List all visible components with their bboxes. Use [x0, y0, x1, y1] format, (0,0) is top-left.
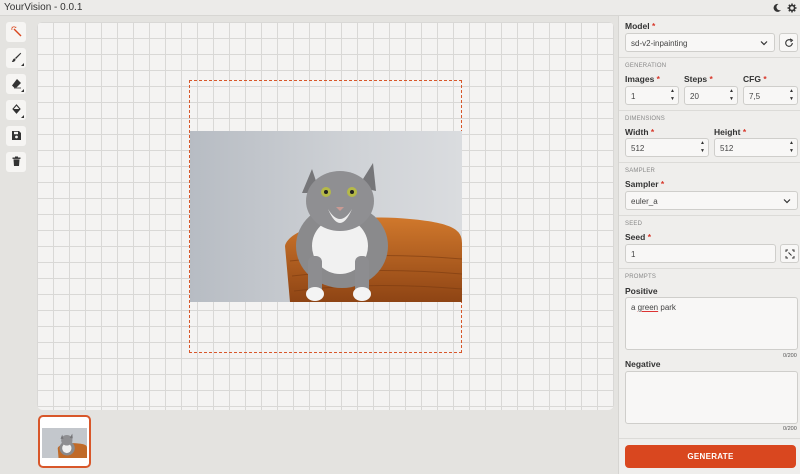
- generation-section-title: Generation: [625, 63, 667, 69]
- cfg-stepper[interactable]: ▲ ▼: [787, 88, 796, 103]
- history-thumbnail[interactable]: [38, 415, 91, 468]
- model-label: Model *: [625, 21, 656, 31]
- brush-tool-button[interactable]: [6, 48, 26, 68]
- eraser-icon: [11, 78, 22, 91]
- steps-input[interactable]: 20 ▲ ▼: [684, 86, 738, 105]
- sampler-value: euler_a: [631, 197, 658, 206]
- trash-icon: [11, 156, 22, 169]
- submenu-indicator: [21, 89, 24, 92]
- images-input[interactable]: 1 ▲ ▼: [625, 86, 679, 105]
- delete-tool-button[interactable]: [6, 152, 26, 172]
- positive-prompt-text: a: [631, 303, 638, 312]
- cfg-value: 7,5: [749, 92, 761, 101]
- width-stepper[interactable]: ▲ ▼: [698, 140, 707, 155]
- seed-section-title: Seed: [625, 221, 643, 227]
- seed-label: Seed *: [625, 232, 652, 242]
- refresh-icon: [784, 37, 793, 47]
- images-stepper[interactable]: ▲ ▼: [668, 88, 677, 103]
- floppy-icon: [11, 130, 22, 143]
- seed-value: 1: [631, 250, 636, 259]
- magic-select-icon: [10, 25, 22, 39]
- refresh-models-button[interactable]: [779, 33, 798, 52]
- divider: [619, 268, 800, 269]
- images-value: 1: [631, 92, 636, 101]
- height-value: 512: [720, 144, 734, 153]
- sampler-select[interactable]: euler_a: [625, 191, 798, 210]
- thumbnail-image: [42, 428, 87, 458]
- positive-prompt-counter: 0/200: [783, 353, 797, 359]
- sampler-label: Sampler *: [625, 179, 665, 189]
- select-tool-button[interactable]: [6, 22, 26, 42]
- settings-panel: Model * sd-v2-inpainting Generation Imag…: [618, 16, 800, 474]
- sampler-section-title: Sampler: [625, 168, 656, 174]
- divider: [619, 162, 800, 163]
- divider: [619, 110, 800, 111]
- divider: [619, 438, 800, 439]
- height-input[interactable]: 512 ▲ ▼: [714, 138, 798, 157]
- dimensions-section-title: Dimensions: [625, 116, 666, 122]
- width-label: Width *: [625, 127, 655, 137]
- generate-button[interactable]: GENERATE: [625, 445, 796, 468]
- tool-palette: [6, 22, 28, 178]
- eraser-tool-button[interactable]: [6, 74, 26, 94]
- cfg-input[interactable]: 7,5 ▲ ▼: [743, 86, 798, 105]
- editor-canvas[interactable]: [37, 22, 614, 410]
- save-tool-button[interactable]: [6, 126, 26, 146]
- negative-prompt-counter: 0/200: [783, 426, 797, 432]
- images-label: Images *: [625, 74, 660, 84]
- cat-image[interactable]: [190, 131, 462, 302]
- steps-value: 20: [690, 92, 699, 101]
- width-value: 512: [631, 144, 645, 153]
- chevron-down-icon: [783, 199, 791, 204]
- negative-prompt-label: Negative: [625, 359, 661, 369]
- height-label: Height *: [714, 127, 747, 137]
- cfg-label: CFG *: [743, 74, 767, 84]
- height-stepper[interactable]: ▲ ▼: [787, 140, 796, 155]
- submenu-indicator: [21, 115, 24, 118]
- submenu-indicator: [21, 63, 24, 66]
- fill-tool-button[interactable]: [6, 100, 26, 120]
- positive-prompt-textarea[interactable]: a green park: [625, 297, 798, 350]
- randomize-seed-button[interactable]: [780, 244, 799, 263]
- title-bar: YourVision - 0.0.1: [0, 0, 800, 16]
- app-title: YourVision - 0.0.1: [4, 2, 83, 13]
- seed-input[interactable]: 1: [625, 244, 776, 263]
- positive-prompt-label: Positive: [625, 286, 658, 296]
- width-input[interactable]: 512 ▲ ▼: [625, 138, 709, 157]
- steps-stepper[interactable]: ▲ ▼: [727, 88, 736, 103]
- gear-icon[interactable]: [786, 2, 798, 14]
- negative-prompt-textarea[interactable]: [625, 371, 798, 424]
- model-value: sd-v2-inpainting: [631, 39, 688, 48]
- divider: [619, 57, 800, 58]
- positive-prompt-text: park: [658, 303, 676, 312]
- chevron-down-icon: [760, 41, 768, 46]
- shuffle-icon: [785, 249, 794, 258]
- prompts-section-title: Prompts: [625, 274, 657, 280]
- bucket-icon: [11, 103, 22, 117]
- steps-label: Steps *: [684, 74, 713, 84]
- divider: [619, 215, 800, 216]
- moon-icon[interactable]: [771, 2, 783, 14]
- positive-prompt-text: green: [637, 303, 659, 312]
- model-select[interactable]: sd-v2-inpainting: [625, 33, 775, 52]
- brush-icon: [11, 52, 22, 65]
